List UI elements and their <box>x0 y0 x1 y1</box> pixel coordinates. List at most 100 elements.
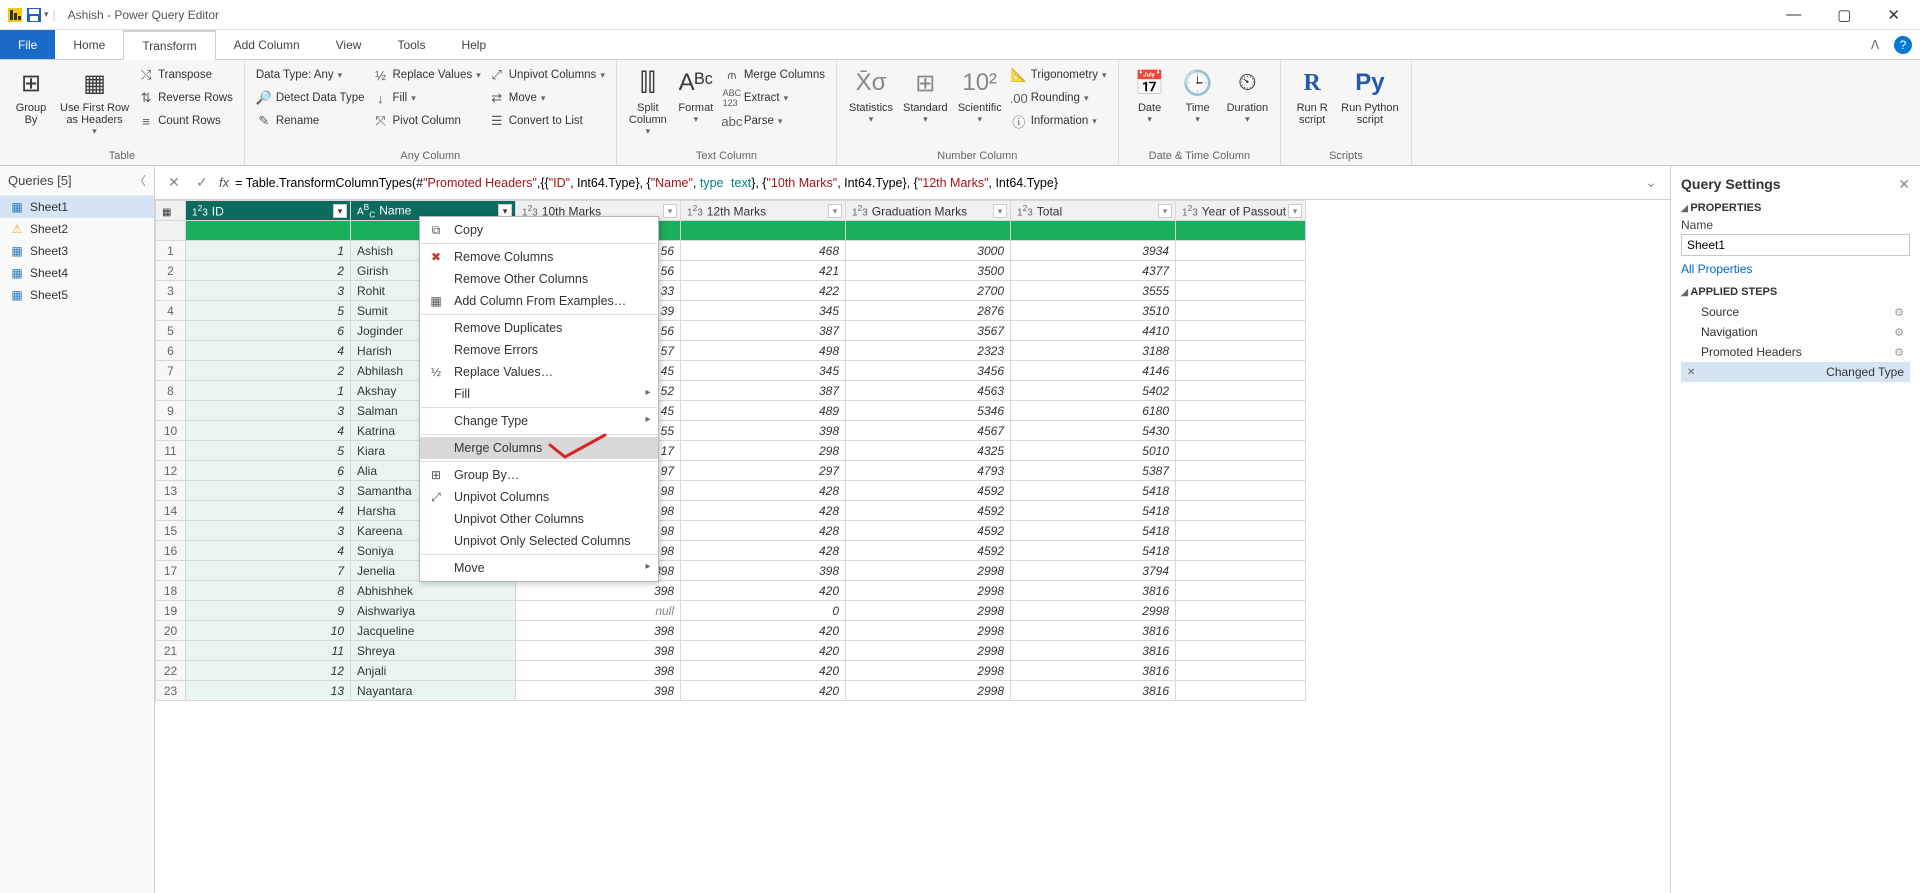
cell[interactable]: 387 <box>681 321 846 341</box>
cell[interactable]: 5418 <box>1011 501 1176 521</box>
query-item-sheet5[interactable]: ▦Sheet5 <box>0 284 154 306</box>
cell[interactable]: 4410 <box>1011 321 1176 341</box>
cell[interactable] <box>1176 481 1306 501</box>
cell[interactable]: 3816 <box>1011 681 1176 701</box>
collapse-queries-icon[interactable]: 〈 <box>134 172 146 189</box>
cell[interactable]: null <box>516 601 681 621</box>
cell[interactable]: 3816 <box>1011 621 1176 641</box>
cell[interactable] <box>1176 281 1306 301</box>
column-header-year-of-passout[interactable]: 123Year of Passout▾ <box>1176 201 1306 221</box>
cell[interactable]: 1 <box>186 241 351 261</box>
context-menu-unpivot-columns[interactable]: ⤢Unpivot Columns <box>420 486 658 508</box>
context-menu-replace-values[interactable]: ½Replace Values… <box>420 361 658 383</box>
cell[interactable]: 4146 <box>1011 361 1176 381</box>
cell[interactable]: 0 <box>681 601 846 621</box>
column-filter-icon[interactable]: ▾ <box>333 204 347 218</box>
cancel-formula-icon[interactable]: ✕ <box>163 172 185 194</box>
trigonometry-button[interactable]: 📐Trigonometry <box>1008 64 1110 86</box>
cell[interactable]: 2700 <box>846 281 1011 301</box>
row-number[interactable]: 22 <box>156 661 186 681</box>
duration-button[interactable]: ⏲Duration <box>1223 64 1273 127</box>
column-context-menu[interactable]: ⧉Copy✖Remove ColumnsRemove Other Columns… <box>419 216 659 582</box>
gear-icon[interactable]: ⚙ <box>1894 306 1904 319</box>
datatype-icon[interactable]: 123 <box>1182 203 1198 218</box>
pivot-column-button[interactable]: ⤧Pivot Column <box>370 110 484 132</box>
cell[interactable]: 297 <box>681 461 846 481</box>
gear-icon[interactable]: ⚙ <box>1894 346 1904 359</box>
row-number[interactable]: 7 <box>156 361 186 381</box>
table-row[interactable]: 153Kareena9842845925418 <box>156 521 1306 541</box>
cell[interactable]: 3816 <box>1011 661 1176 681</box>
table-row[interactable]: 64Harish5749823233188 <box>156 341 1306 361</box>
table-row[interactable]: 93Salman4548953466180 <box>156 401 1306 421</box>
tab-add-column[interactable]: Add Column <box>216 30 318 59</box>
gear-icon[interactable]: ⚙ <box>1894 326 1904 339</box>
cell[interactable]: 4 <box>186 341 351 361</box>
datatype-icon[interactable]: 123 <box>852 203 868 218</box>
cell[interactable]: 4592 <box>846 501 1011 521</box>
format-button[interactable]: AᴮᶜFormat <box>673 64 719 127</box>
row-number[interactable]: 3 <box>156 281 186 301</box>
column-header-id[interactable]: 123ID▾ <box>186 201 351 221</box>
context-menu-move[interactable]: Move <box>420 557 658 579</box>
cell[interactable]: 398 <box>516 581 681 601</box>
fx-icon[interactable]: fx <box>219 175 229 190</box>
save-icon[interactable] <box>26 7 42 23</box>
cell[interactable]: 8 <box>186 581 351 601</box>
cell[interactable]: Abhishhek <box>351 581 516 601</box>
cell[interactable] <box>1176 561 1306 581</box>
cell[interactable]: 345 <box>681 301 846 321</box>
cell[interactable]: Anjali <box>351 661 516 681</box>
query-item-sheet4[interactable]: ▦Sheet4 <box>0 262 154 284</box>
context-menu-remove-errors[interactable]: Remove Errors <box>420 339 658 361</box>
cell[interactable]: 5346 <box>846 401 1011 421</box>
cell[interactable] <box>1176 681 1306 701</box>
cell[interactable]: 398 <box>516 681 681 701</box>
cell[interactable] <box>1176 641 1306 661</box>
cell[interactable]: Aishwariya <box>351 601 516 621</box>
cell[interactable]: 4 <box>186 421 351 441</box>
row-number[interactable]: 8 <box>156 381 186 401</box>
cell[interactable]: 428 <box>681 501 846 521</box>
column-header-12th-marks[interactable]: 12312th Marks▾ <box>681 201 846 221</box>
table-row[interactable]: 2212Anjali39842029983816 <box>156 661 1306 681</box>
cell[interactable]: Nayantara <box>351 681 516 701</box>
row-number[interactable]: 20 <box>156 621 186 641</box>
cell[interactable]: 345 <box>681 361 846 381</box>
row-number[interactable]: 14 <box>156 501 186 521</box>
context-menu-remove-columns[interactable]: ✖Remove Columns <box>420 246 658 268</box>
cell[interactable]: 5402 <box>1011 381 1176 401</box>
table-row[interactable]: 33Rohit3342227003555 <box>156 281 1306 301</box>
scientific-button[interactable]: 10²Scientific <box>954 64 1006 127</box>
row-number[interactable]: 10 <box>156 421 186 441</box>
cell[interactable]: 2876 <box>846 301 1011 321</box>
column-header-graduation-marks[interactable]: 123Graduation Marks▾ <box>846 201 1011 221</box>
data-grid[interactable]: ▦123ID▾ABCName▾12310th Marks▾12312th Mar… <box>155 200 1670 893</box>
cell[interactable]: 6180 <box>1011 401 1176 421</box>
run-python-script-button[interactable]: PyRun Python script <box>1337 64 1402 128</box>
table-row[interactable]: 2010Jacqueline39842029983816 <box>156 621 1306 641</box>
use-first-row-button[interactable]: ▦Use First Row as Headers <box>56 64 133 139</box>
datatype-icon[interactable]: 123 <box>192 203 208 218</box>
cell[interactable]: 2998 <box>846 621 1011 641</box>
table-row[interactable]: 199Aishwariyanull029982998 <box>156 601 1306 621</box>
cell[interactable] <box>1176 361 1306 381</box>
rounding-button[interactable]: .00Rounding <box>1008 87 1110 109</box>
row-number[interactable]: 11 <box>156 441 186 461</box>
table-row[interactable]: 11Ashish5646830003934 <box>156 241 1306 261</box>
cell[interactable]: 6 <box>186 321 351 341</box>
minimize-button[interactable]: — <box>1780 4 1807 26</box>
cell[interactable]: 398 <box>681 561 846 581</box>
file-tab[interactable]: File <box>0 30 55 59</box>
column-filter-icon[interactable]: ▾ <box>828 204 842 218</box>
cell[interactable] <box>1176 421 1306 441</box>
tab-help[interactable]: Help <box>443 30 504 59</box>
table-row[interactable]: 2313Nayantara39842029983816 <box>156 681 1306 701</box>
tab-home[interactable]: Home <box>55 30 123 59</box>
table-row[interactable]: 81Akshay5238745635402 <box>156 381 1306 401</box>
context-menu-unpivot-other-columns[interactable]: Unpivot Other Columns <box>420 508 658 530</box>
table-row[interactable]: 72Abhilash4534534564146 <box>156 361 1306 381</box>
cell[interactable]: 12 <box>186 661 351 681</box>
row-number[interactable]: 2 <box>156 261 186 281</box>
rename-button[interactable]: ✎Rename <box>253 110 368 132</box>
